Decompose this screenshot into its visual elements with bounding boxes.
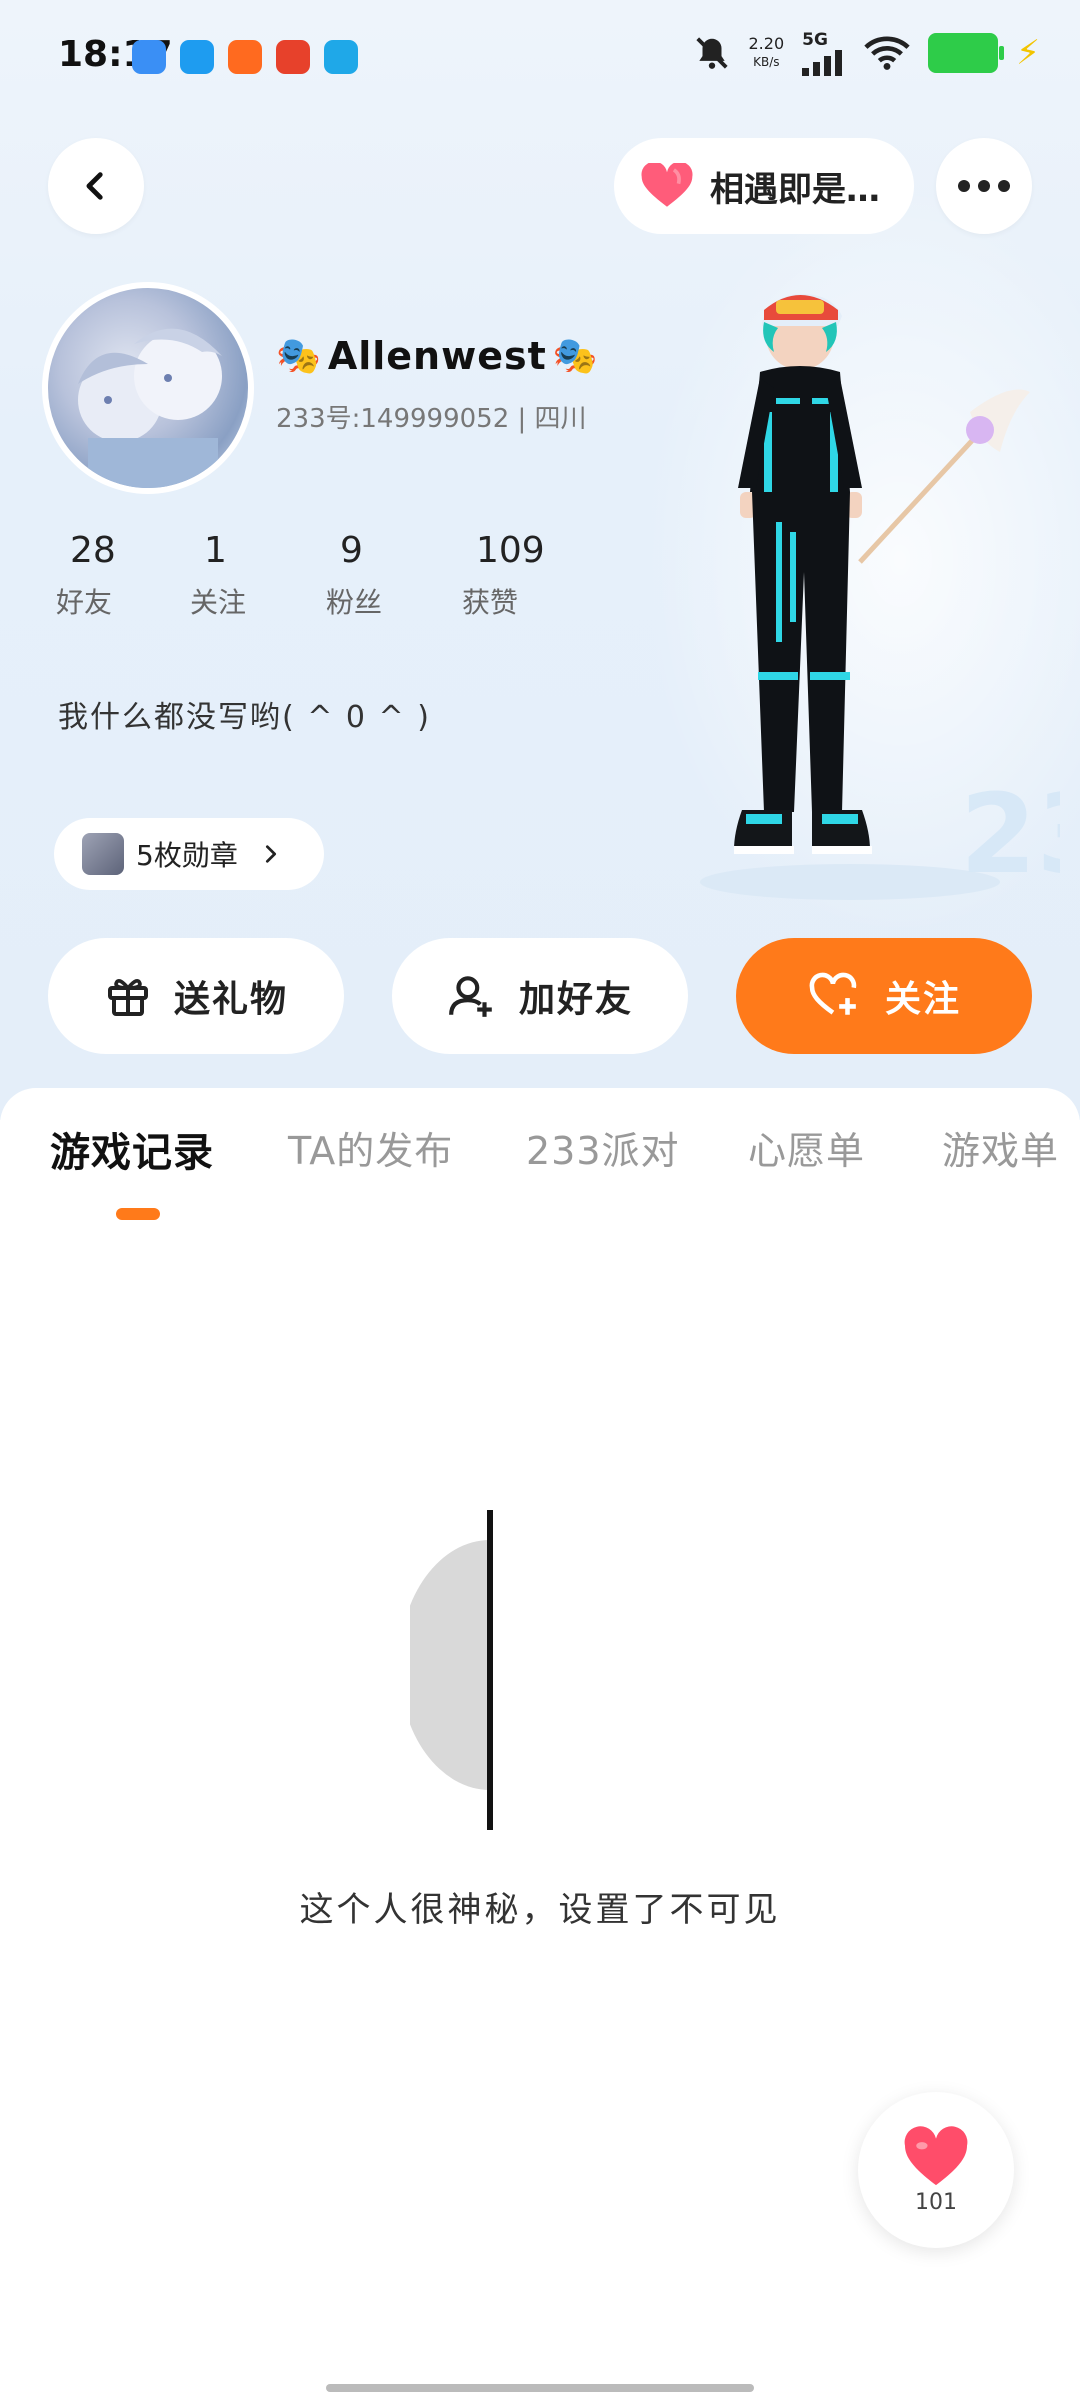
profile-name: Allenwest — [327, 334, 547, 378]
add-friend-label: 加好友 — [518, 979, 633, 1020]
app-notification-icon — [228, 40, 262, 74]
network-type: 5G — [802, 30, 828, 50]
heart-icon — [904, 2125, 968, 2185]
stat-label: 好友 — [56, 586, 113, 619]
more-options-button[interactable] — [936, 138, 1032, 234]
net-speed-value: 2.20 — [748, 34, 785, 53]
stat-likes[interactable]: 109 获赞 — [462, 530, 598, 621]
wifi-icon — [864, 36, 910, 70]
avatar-illustration — [78, 328, 222, 488]
chevron-left-icon — [86, 172, 103, 200]
app-notification-icon — [132, 40, 166, 74]
notification-app-icons — [132, 40, 358, 74]
stat-friends[interactable]: 28 好友 — [56, 530, 190, 621]
badge-medal-icon — [82, 833, 124, 875]
like-button[interactable]: 101 — [858, 2092, 1014, 2248]
add-user-icon — [449, 976, 492, 1017]
cellular-indicator: 5G — [802, 30, 846, 76]
stat-value: 9 — [340, 530, 363, 571]
stat-value: 28 — [70, 530, 116, 571]
tab-wishlist[interactable]: 心愿单 — [748, 1120, 865, 1175]
app-notification-icon — [276, 40, 310, 74]
signal-icon — [802, 50, 843, 76]
heart-plus-icon — [809, 972, 857, 1015]
send-gift-label: 送礼物 — [173, 979, 288, 1020]
follow-button[interactable]: 关注 — [736, 938, 1032, 1054]
tab-game-list[interactable]: 游戏单 — [942, 1120, 1059, 1175]
more-dots-icon — [958, 180, 1010, 192]
profile-uid-location: 233号:149999052 | 四川 — [276, 404, 587, 434]
profile-bio: 我什么都没写哟( ^ 0 ^ ) — [58, 700, 431, 735]
theater-masks-icon: 🎭 — [276, 336, 322, 377]
profile-stats: 28 好友 1 关注 9 粉丝 109 获赞 — [56, 530, 598, 621]
stat-following[interactable]: 1 关注 — [190, 530, 326, 621]
avatar[interactable] — [42, 282, 254, 494]
follow-label: 关注 — [884, 979, 961, 1020]
active-tab-indicator — [116, 1208, 160, 1220]
add-friend-button[interactable]: 加好友 — [392, 938, 688, 1054]
home-indicator[interactable] — [326, 2384, 754, 2392]
status-indicators: 2.20 KB/s 5G ⚡ — [693, 30, 1040, 76]
stat-label: 获赞 — [462, 586, 519, 619]
tab-ta-posts[interactable]: TA的发布 — [288, 1120, 453, 1175]
profile-name-row: 🎭 Allenwest 🎭 — [276, 334, 599, 378]
private-content-illustration — [410, 1510, 493, 1830]
app-notification-icon — [324, 40, 358, 74]
battery-icon — [928, 33, 1005, 73]
tab-233-party[interactable]: 233派对 — [526, 1120, 680, 1175]
match-pill-label: 相遇即是… — [710, 169, 880, 210]
net-speed-unit: KB/s — [753, 55, 780, 69]
profile-tabs: 游戏记录 TA的发布 233派对 心愿单 游戏单 — [0, 1120, 1080, 1200]
gift-icon — [107, 979, 148, 1016]
match-status-pill[interactable]: 相遇即是… — [614, 138, 914, 234]
charging-icon: ⚡ — [1016, 33, 1040, 73]
mute-bell-icon — [695, 37, 728, 69]
app-notification-icon — [180, 40, 214, 74]
stat-label: 关注 — [190, 586, 247, 619]
like-count: 101 — [915, 2189, 957, 2215]
send-gift-button[interactable]: 送礼物 — [48, 938, 344, 1054]
stat-value: 1 — [204, 530, 227, 571]
back-button[interactable] — [48, 138, 144, 234]
heart-icon — [641, 163, 693, 207]
tab-game-records[interactable]: 游戏记录 — [50, 1120, 214, 1178]
net-speed: 2.20 KB/s — [749, 35, 785, 71]
badges-label: 5枚勋章 — [136, 839, 238, 872]
avatar-character-figure[interactable]: 233 — [680, 262, 1060, 902]
svg-text:233: 233 — [960, 770, 1060, 898]
theater-masks-icon: 🎭 — [552, 336, 599, 377]
status-bar: 18:17 2.20 KB/s 5G ⚡ — [0, 0, 1080, 110]
stat-fans[interactable]: 9 粉丝 — [326, 530, 462, 621]
empty-state-message: 这个人很神秘，设置了不可见 — [299, 1890, 781, 1930]
stat-label: 粉丝 — [326, 586, 383, 619]
badges-button[interactable]: 5枚勋章 — [54, 818, 324, 890]
chevron-right-icon — [265, 845, 276, 863]
stat-value: 109 — [476, 530, 545, 571]
